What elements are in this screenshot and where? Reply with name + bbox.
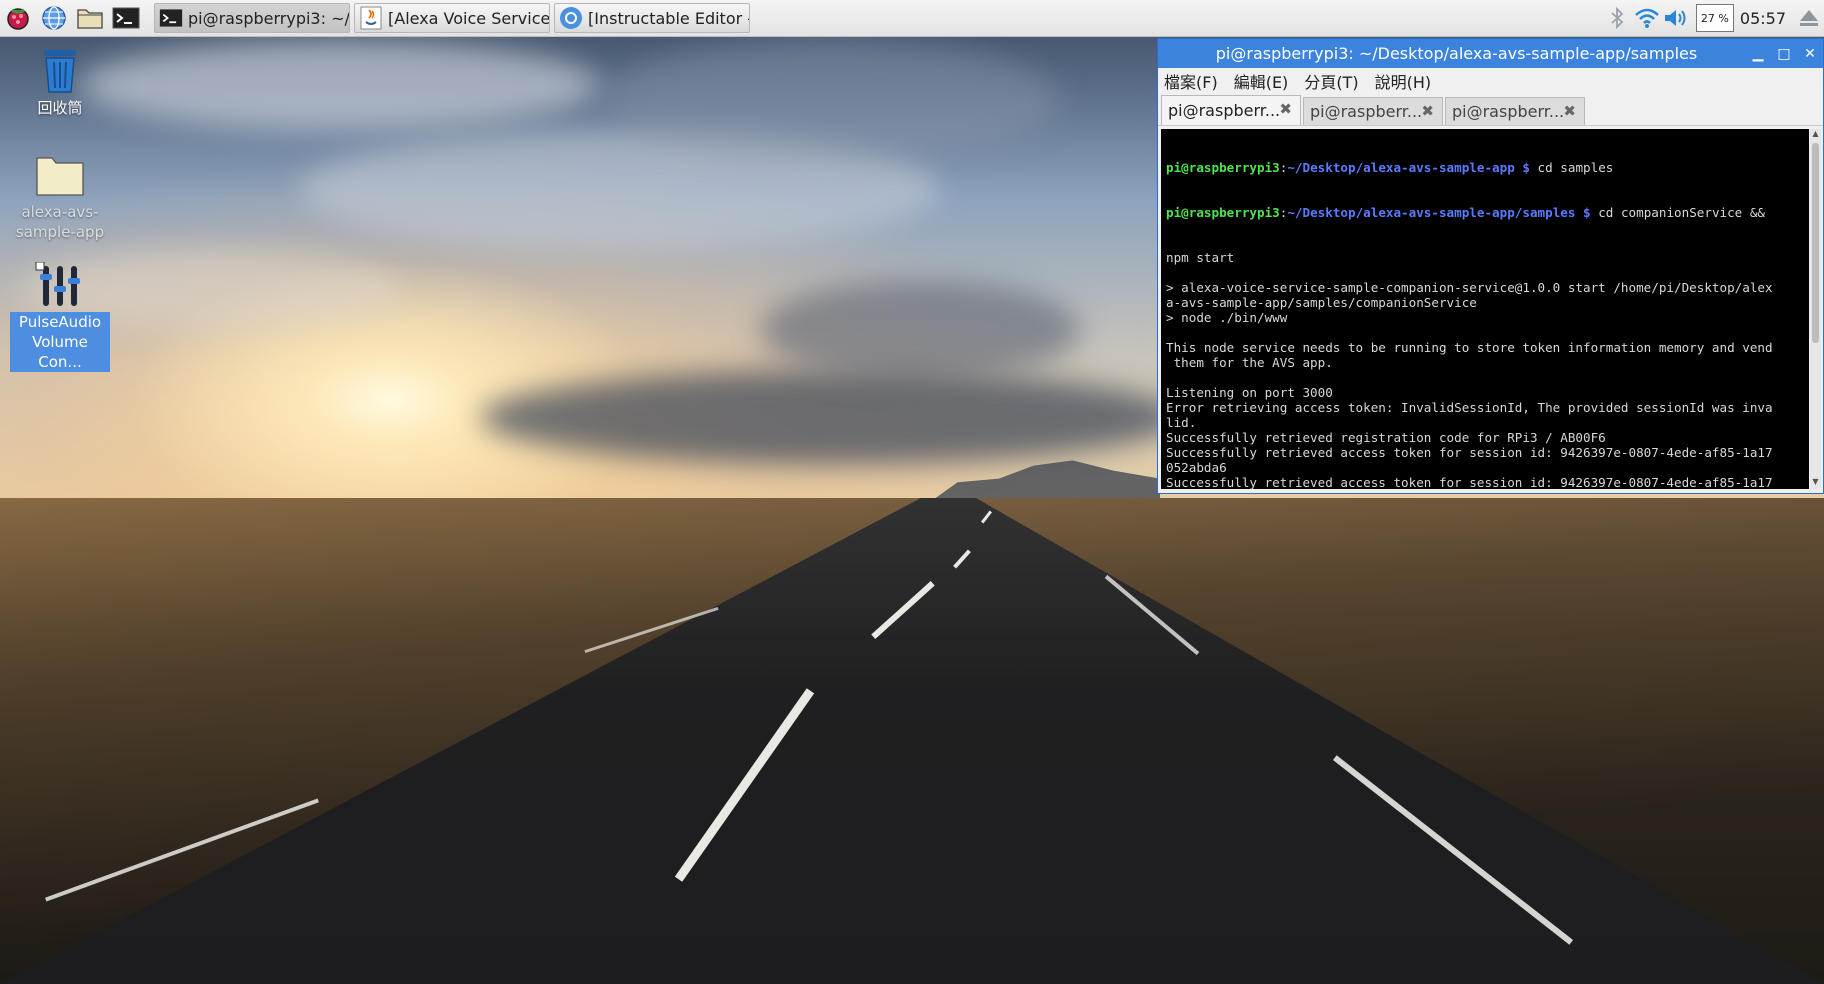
globe-icon [42,6,66,30]
tab-label: pi@raspberr... [1310,102,1423,121]
folder-icon [36,157,84,196]
task-label: [Instructable Editor - ... [588,8,749,28]
menu-file[interactable]: 檔案(F) [1164,69,1218,93]
close-tab-icon[interactable]: ✖ [1279,100,1292,118]
system-tray: 27 % 05:57 [1602,0,1824,36]
task-label: pi@raspberrypi3: ~/... [188,8,350,28]
java-icon [359,6,383,30]
desktop-icon-trash[interactable]: 回收筒 [10,48,110,118]
terminal-output[interactable]: pi@raspberrypi3:~/Desktop/alexa-avs-samp… [1161,129,1809,489]
tab-2[interactable]: pi@raspberr... ✖ [1303,97,1443,125]
terminal-line: Successfully retrieved access token for … [1166,475,1773,489]
tab-label: pi@raspberr... [1452,102,1565,121]
tab-3[interactable]: pi@raspberr... ✖ [1445,97,1585,125]
terminal-line: them for the AVS app. [1166,355,1333,370]
terminal-line: Listening on port 3000 [1166,385,1333,400]
menu-edit[interactable]: 編輯(E) [1234,69,1289,93]
file-manager-button[interactable] [72,1,108,35]
task-label: [Alexa Voice Service ... [388,8,550,28]
desktop-icon-pulseaudio[interactable]: PulseAudio Volume Con... [10,261,110,372]
cpu-usage-monitor[interactable]: 27 % [1695,4,1734,32]
terminal-line: lid. [1166,415,1197,430]
maximize-icon[interactable]: □ [1771,46,1797,62]
volume-icon[interactable] [1662,1,1692,35]
terminal-line: > node ./bin/www [1166,310,1288,325]
folder-icon [77,9,103,29]
close-tab-icon[interactable]: ✖ [1421,102,1434,120]
prompt-line: pi@raspberrypi3:~/Desktop/alexa-avs-samp… [1166,160,1614,175]
scroll-up-icon[interactable]: ▲ [1810,129,1821,141]
menu-help[interactable]: 說明(H) [1375,69,1432,93]
raspberry-menu-button[interactable] [0,1,36,35]
close-icon[interactable]: ✕ [1797,46,1823,62]
window-titlebar[interactable]: pi@raspberrypi3: ~/Desktop/alexa-avs-sam… [1158,39,1823,68]
task-alexa-voice-service[interactable]: [Alexa Voice Service ... [354,3,550,33]
terminal-line: npm start [1166,250,1235,265]
desktop-icon-label: 回收筒 [37,99,83,117]
terminal-line: a-avs-sample-app/samples/companionServic… [1166,295,1477,310]
terminal-launcher-button[interactable] [108,1,144,35]
menu-bar: 檔案(F) 編輯(E) 分頁(T) 說明(H) [1158,68,1823,94]
desktop-icon-alexa-folder[interactable]: alexa-avs-sample-app [10,154,110,242]
prompt-line: pi@raspberrypi3:~/Desktop/alexa-avs-samp… [1166,205,1766,220]
raspberry-icon [7,8,29,30]
taskbar: pi@raspberrypi3: ~/... [Alexa Voice Serv… [0,0,1824,37]
desktop-icon-label: PulseAudio Volume Con... [10,312,110,372]
terminal-line: Successfully retrieved registration code… [1166,430,1606,445]
tab-label: pi@raspberr... [1168,101,1281,120]
task-terminal[interactable]: pi@raspberrypi3: ~/... [154,3,350,33]
desktop-icon-label: alexa-avs-sample-app [15,203,105,241]
terminal-line: > alexa-voice-service-sample-companion-s… [1166,280,1773,295]
window-title: pi@raspberrypi3: ~/Desktop/alexa-avs-sam… [1215,44,1698,63]
clock[interactable]: 05:57 [1740,9,1786,28]
tab-1[interactable]: pi@raspberr... ✖ [1161,95,1301,125]
scroll-down-icon[interactable]: ▼ [1810,477,1821,489]
task-instructable-editor[interactable]: [Instructable Editor - ... [554,3,750,33]
bluetooth-icon[interactable] [1602,1,1632,35]
mixer-icon [35,261,80,306]
close-tab-icon[interactable]: ✖ [1563,102,1576,120]
trash-icon [44,50,76,93]
terminal-icon [159,6,183,30]
web-browser-button[interactable] [36,1,72,35]
eject-icon[interactable] [1794,1,1824,35]
wifi-icon[interactable] [1632,1,1662,35]
menu-tabs[interactable]: 分頁(T) [1304,69,1358,93]
terminal-window: pi@raspberrypi3: ~/Desktop/alexa-avs-sam… [1157,38,1824,494]
terminal-line: Successfully retrieved access token for … [1166,445,1773,460]
terminal-line: Error retrieving access token: InvalidSe… [1166,400,1773,415]
minimize-icon[interactable]: ▁ [1745,46,1771,62]
scrollbar-thumb[interactable] [1812,143,1819,343]
tab-bar: pi@raspberr... ✖ pi@raspberr... ✖ pi@ras… [1158,94,1823,126]
terminal-scrollbar[interactable]: ▲ ▼ [1810,129,1821,489]
terminal-icon [112,7,140,29]
chromium-icon [559,6,583,30]
terminal-line: 052abda6 [1166,460,1227,475]
terminal-line: This node service needs to be running to… [1166,340,1773,355]
